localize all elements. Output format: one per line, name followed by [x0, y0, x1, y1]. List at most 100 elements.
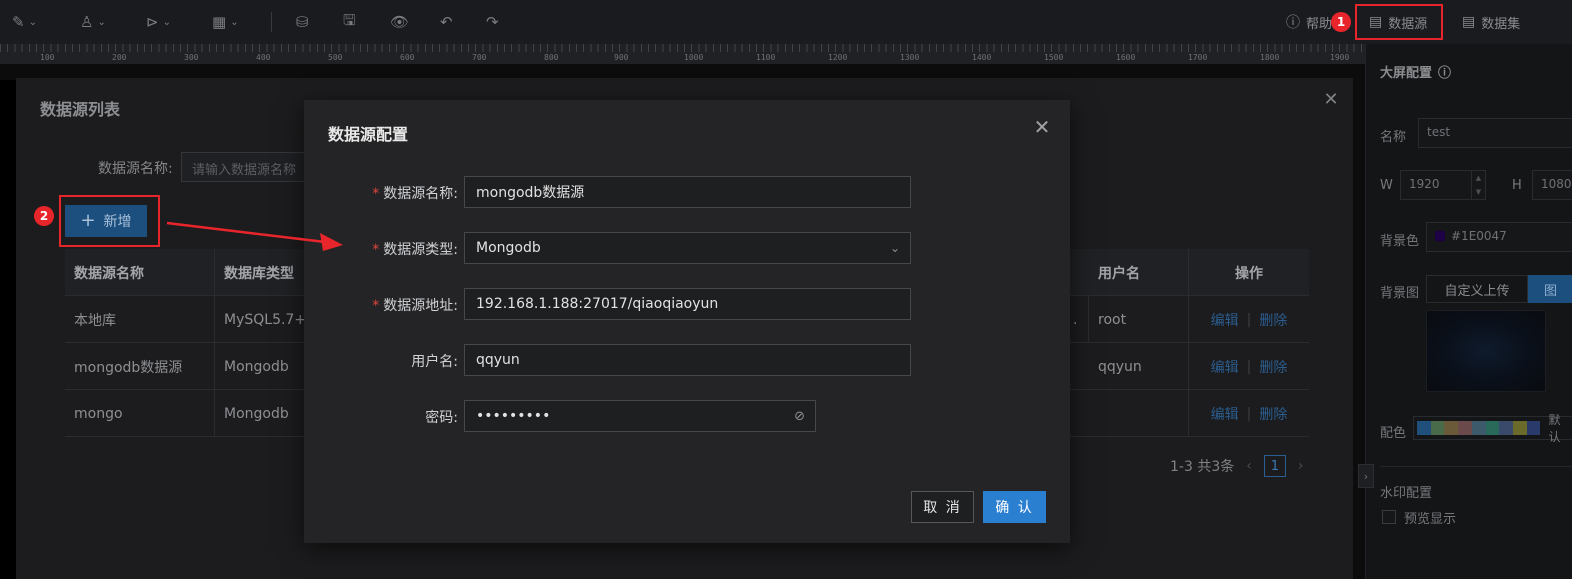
close-icon[interactable]: ✕: [1032, 117, 1052, 138]
action-divider: |: [1246, 311, 1252, 328]
database-button[interactable]: ⛁: [296, 13, 309, 31]
delete-link[interactable]: 删除: [1259, 310, 1287, 330]
palette-swatch: [1513, 421, 1527, 435]
toolbar-divider: [271, 12, 272, 32]
annotation-arrow: [166, 221, 343, 251]
tab-image[interactable]: 图: [1528, 275, 1572, 303]
bg-color-input[interactable]: #1E0047: [1426, 222, 1572, 252]
undo-icon: ↶: [440, 13, 453, 31]
chevron-right-icon[interactable]: ›: [1298, 458, 1304, 474]
ruler-ticks: [0, 44, 1365, 52]
chevron-up-icon: ▲: [1475, 174, 1482, 182]
help-button[interactable]: ⓘ 帮助: [1286, 11, 1332, 33]
ruler-label: 1000: [684, 53, 704, 62]
play-icon: ⊳: [146, 13, 159, 31]
database-icon: ⛁: [296, 13, 309, 31]
confirm-button[interactable]: 确 认: [983, 491, 1046, 523]
ruler-label: 200: [112, 53, 127, 62]
ruler-label: 1800: [1260, 53, 1280, 62]
tab-custom-upload[interactable]: 自定义上传: [1426, 275, 1528, 303]
edit-link[interactable]: 编辑: [1211, 310, 1239, 330]
palette-default: 默认: [1548, 413, 1561, 444]
width-value: 1920: [1409, 177, 1440, 191]
required-mark: *: [372, 298, 380, 314]
datasource-address-input[interactable]: 192.168.1.188:27017/qiaoqiaoyun: [464, 288, 911, 320]
edit-link[interactable]: 编辑: [1211, 357, 1239, 377]
step-badge: 2: [34, 206, 54, 226]
play-menu-button[interactable]: ⊳ ⌄: [146, 13, 171, 31]
preview-checkbox[interactable]: [1382, 510, 1396, 524]
username-field-label: 用户名:: [411, 354, 458, 370]
pager-total: 1-3 共3条: [1170, 459, 1235, 475]
preview-button[interactable]: 👁: [390, 13, 409, 31]
name-input[interactable]: test: [1418, 118, 1572, 148]
column-header: 数据库类型: [215, 249, 315, 296]
width-input[interactable]: 1920 ▲ ▼: [1400, 170, 1486, 200]
page-button[interactable]: 1: [1263, 455, 1286, 477]
palette-select[interactable]: 默认: [1413, 413, 1572, 444]
palette-swatch: [1471, 421, 1486, 435]
dataset-button[interactable]: ▤ 数据集: [1462, 11, 1520, 33]
action-divider: |: [1246, 358, 1252, 375]
address-field-label: * 数据源地址:: [304, 295, 458, 315]
chevron-left-icon[interactable]: ‹: [1246, 458, 1252, 474]
username-input[interactable]: qqyun: [464, 344, 911, 376]
height-label: H: [1512, 178, 1522, 193]
type-field-label-text: 数据源类型:: [383, 242, 458, 258]
help-circle-icon[interactable]: ⓘ: [1438, 62, 1451, 81]
width-label: W: [1380, 178, 1393, 193]
edit-link[interactable]: 编辑: [1211, 404, 1239, 424]
collapse-panel-button[interactable]: ›: [1358, 464, 1374, 488]
close-icon[interactable]: ✕: [1323, 91, 1339, 109]
cancel-button[interactable]: 取 消: [911, 491, 974, 523]
cell-name: mongodb数据源: [65, 343, 215, 390]
ruler-label: 1400: [972, 53, 992, 62]
ruler-label: 1300: [900, 53, 920, 62]
cell-actions: 编辑 | 删除: [1189, 343, 1309, 390]
ruler-label: 1900: [1330, 53, 1350, 62]
ruler-label: 100: [40, 53, 55, 62]
password-input[interactable]: ••••••••• ⊘: [464, 400, 816, 432]
ruler-label: 300: [184, 53, 199, 62]
datasource-name-input[interactable]: mongodb数据源: [464, 176, 911, 208]
save-button[interactable]: 🖫: [343, 11, 356, 31]
ruler-label: 800: [544, 53, 559, 62]
callout-highlight-add: [59, 195, 160, 247]
delete-link[interactable]: 删除: [1259, 404, 1287, 424]
height-input[interactable]: 1080: [1532, 170, 1572, 200]
stamp-menu-button[interactable]: ♙ ⌄: [80, 13, 106, 31]
ruler-label: 400: [256, 53, 271, 62]
bg-image-preview[interactable]: [1426, 310, 1546, 392]
cell-type: MySQL5.7+: [215, 296, 315, 343]
stamp-icon: ♙: [80, 13, 94, 31]
stepper[interactable]: ▲ ▼: [1471, 171, 1485, 199]
bg-image-label: 背景图: [1380, 286, 1420, 301]
chevron-down-icon: ⌄: [162, 16, 171, 28]
watermark-label: 水印配置: [1380, 486, 1433, 501]
password-value: •••••••••: [476, 408, 551, 424]
datasource-type-select[interactable]: Mongodb ⌄: [464, 232, 911, 264]
palette-swatch: [1417, 421, 1431, 435]
eye-off-icon[interactable]: ⊘: [794, 409, 805, 424]
delete-link[interactable]: 删除: [1259, 357, 1287, 377]
cell-actions: 编辑 | 删除: [1189, 390, 1309, 437]
datasource-config-dialog: 数据源配置 ✕ * 数据源名称: mongodb数据源 * 数据源类型: Mongo…: [304, 100, 1070, 543]
bg-color-label: 背景色: [1380, 234, 1420, 249]
name-field-label-text: 数据源名称:: [383, 186, 458, 202]
redo-button[interactable]: ↷: [486, 13, 499, 31]
column-header: 操作: [1235, 265, 1263, 282]
help-label: 帮助: [1306, 16, 1333, 32]
search-input[interactable]: 请输入数据源名称: [181, 152, 311, 182]
column-header: 数据源名称: [65, 249, 215, 296]
ruler-label: 900: [614, 53, 629, 62]
edit-menu-button[interactable]: ✎ ⌄: [12, 13, 37, 31]
eye-icon: 👁: [390, 13, 410, 31]
config-title: 大屏配置 ⓘ: [1380, 62, 1451, 81]
canvas-edge: [0, 80, 16, 579]
name-label: 名称: [1380, 130, 1407, 145]
chevron-down-icon: ⌄: [97, 16, 106, 28]
ruler-label: 1200: [828, 53, 848, 62]
undo-button[interactable]: ↶: [440, 13, 453, 31]
name-field-label: * 数据源名称:: [304, 183, 458, 203]
components-menu-button[interactable]: ▦ ⌄: [212, 13, 239, 31]
